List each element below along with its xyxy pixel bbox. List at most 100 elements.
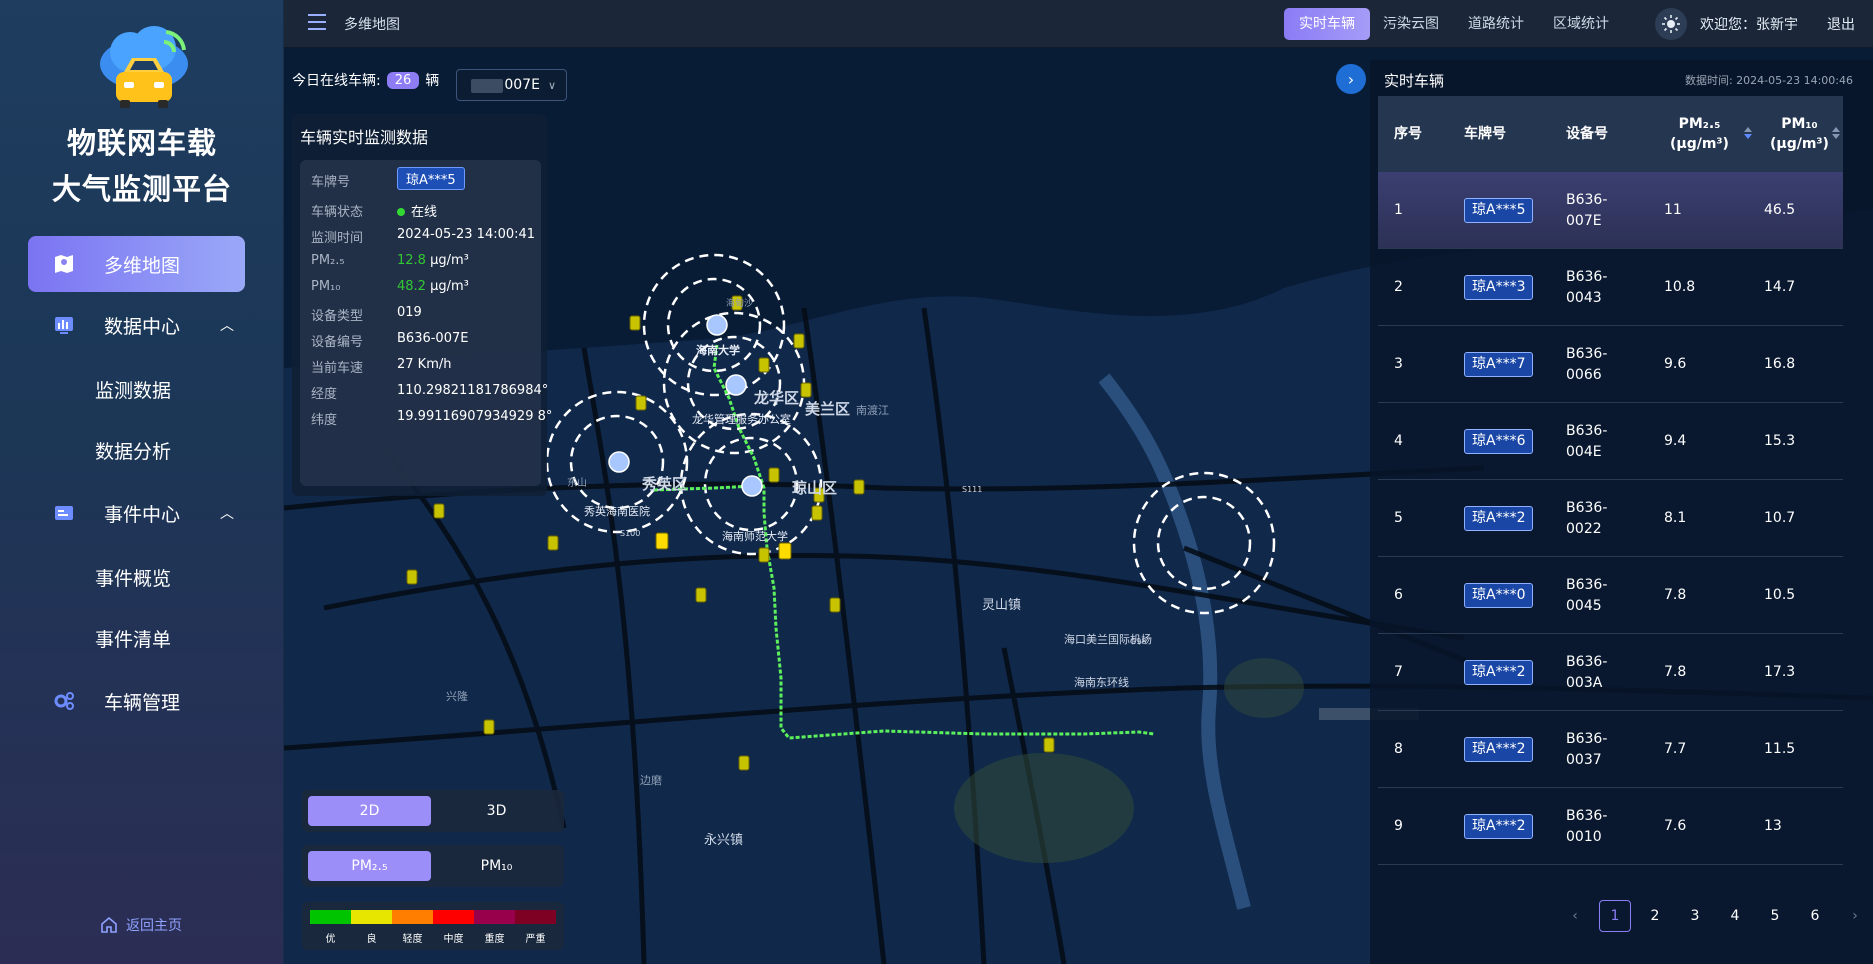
device-id-line1: B636- bbox=[1566, 422, 1608, 439]
unit: μg/m³ bbox=[430, 253, 469, 268]
map-label-hainan-normal: 海南师范大学 bbox=[722, 529, 788, 543]
table-row[interactable]: 2 琼A***3 B636- 0043 10.8 14.7 bbox=[1378, 249, 1843, 326]
device-id-line2: 007E bbox=[1566, 212, 1602, 229]
tab-road-stats[interactable]: 道路统计 bbox=[1453, 8, 1539, 40]
info-row-latitude: 纬度 19.99116907934929 8° bbox=[300, 402, 552, 432]
pollutant-toggle: PM₂.₅ PM₁₀ bbox=[302, 845, 564, 887]
aqi-legend: 优 良 轻度 中度 重度 严重 bbox=[302, 902, 564, 950]
page-button-4[interactable]: 4 bbox=[1715, 900, 1755, 932]
table-row[interactable]: 8 琼A***2 B636- 0037 7.7 11.5 bbox=[1378, 711, 1843, 788]
pm10-value: 17.3 bbox=[1764, 664, 1796, 680]
back-home-link[interactable]: 返回主页 bbox=[100, 915, 182, 935]
pm25-button[interactable]: PM₂.₅ bbox=[308, 851, 431, 881]
view-mode-toggle: 2D 3D bbox=[302, 790, 564, 832]
info-key: 车牌号 bbox=[311, 175, 351, 190]
tab-realtime-vehicles[interactable]: 实时车辆 bbox=[1284, 8, 1370, 40]
sidebar-item-monitor-data[interactable]: 监测数据 bbox=[95, 376, 171, 403]
plate-badge: 琼A***3 bbox=[1464, 275, 1534, 300]
online-status-dot bbox=[397, 208, 405, 216]
online-label: 今日在线车辆: bbox=[292, 73, 381, 89]
logout-link[interactable]: 退出 bbox=[1827, 14, 1855, 34]
map-label-hainan-univ: 海南大学 bbox=[696, 343, 740, 357]
sidebar-item-data-center[interactable]: 数据中心 ︿ bbox=[0, 300, 284, 350]
cell-no: 4 bbox=[1394, 433, 1403, 449]
sidebar-item-event-overview[interactable]: 事件概览 bbox=[95, 564, 171, 591]
legend-label: 严重 bbox=[525, 934, 546, 945]
table-row[interactable]: 6 琼A***0 B636- 0045 7.8 10.5 bbox=[1378, 557, 1843, 634]
legend-label: 重度 bbox=[484, 934, 505, 945]
vehicle-select[interactable]: 007E ∨ bbox=[456, 69, 567, 101]
pm25-value: 9.6 bbox=[1664, 356, 1687, 372]
pm25-value: 10.8 bbox=[1664, 279, 1696, 295]
sidebar-item-map[interactable]: 多维地图 bbox=[28, 236, 245, 292]
info-key: PM₁₀ bbox=[311, 279, 341, 294]
next-page-icon[interactable]: › bbox=[1835, 900, 1873, 932]
page-button-6[interactable]: 6 bbox=[1795, 900, 1835, 932]
sort-icon[interactable] bbox=[1744, 127, 1752, 139]
sort-icon[interactable] bbox=[1832, 127, 1840, 139]
plate-badge: 琼A***2 bbox=[1464, 814, 1534, 839]
map-label-lingshan: 灵山镇 bbox=[982, 598, 1021, 613]
page-button-5[interactable]: 5 bbox=[1755, 900, 1795, 932]
table-row[interactable]: 3 琼A***7 B636- 0066 9.6 16.8 bbox=[1378, 326, 1843, 403]
bar-chart-icon bbox=[55, 317, 73, 334]
device-id-line1: B636- bbox=[1566, 653, 1608, 670]
cell-no: 2 bbox=[1394, 279, 1403, 295]
pm10-value: 15.3 bbox=[1764, 433, 1796, 449]
pm10-value: 10.7 bbox=[1764, 510, 1796, 526]
page-button-2[interactable]: 2 bbox=[1635, 900, 1675, 932]
cell-no: 6 bbox=[1394, 587, 1403, 603]
map-label-s111: S111 bbox=[962, 485, 982, 494]
theme-toggle-button[interactable] bbox=[1655, 8, 1687, 40]
mode-3d-button[interactable]: 3D bbox=[435, 796, 558, 826]
page-button-1[interactable]: 1 bbox=[1599, 900, 1631, 932]
info-key: PM₂.₅ bbox=[311, 253, 345, 268]
device-id-line1: B636- bbox=[1566, 807, 1608, 824]
tab-region-stats[interactable]: 区域统计 bbox=[1538, 8, 1624, 40]
col-pm25-line1: PM₂.₅ bbox=[1678, 116, 1721, 132]
pm25-value: 7.8 bbox=[1664, 587, 1687, 603]
prev-page-icon[interactable]: ‹ bbox=[1555, 900, 1595, 932]
pm10-value: 16.8 bbox=[1764, 356, 1796, 372]
tab-pollution-cloud[interactable]: 污染云图 bbox=[1368, 8, 1454, 40]
pm10-button[interactable]: PM₁₀ bbox=[435, 851, 558, 881]
plate-badge: 琼A***2 bbox=[1464, 506, 1534, 531]
mode-2d-button[interactable]: 2D bbox=[308, 796, 431, 826]
info-key: 车辆状态 bbox=[311, 205, 364, 220]
map-label-xiuying: 秀英区 bbox=[641, 475, 687, 493]
page-button-3[interactable]: 3 bbox=[1675, 900, 1715, 932]
pm25-value: 8.1 bbox=[1664, 510, 1687, 526]
legend-label: 中度 bbox=[443, 934, 464, 945]
chevron-up-icon: ︿ bbox=[220, 318, 234, 334]
cell-no: 1 bbox=[1394, 202, 1403, 218]
table-row[interactable]: 9 琼A***2 B636- 0010 7.6 13 bbox=[1378, 788, 1843, 865]
table-row[interactable]: 7 琼A***2 B636- 003A 7.8 17.3 bbox=[1378, 634, 1843, 711]
cell-no: 5 bbox=[1394, 510, 1403, 526]
map-label-nandu-river: 南渡江 bbox=[856, 403, 889, 417]
info-key: 设备类型 bbox=[311, 309, 364, 324]
table-row[interactable]: 4 琼A***6 B636- 004E 9.4 15.3 bbox=[1378, 403, 1843, 480]
sidebar-item-label: 车辆管理 bbox=[104, 691, 181, 714]
col-header-pm10[interactable]: PM₁₀ (μg/m³) bbox=[1770, 96, 1840, 172]
map-label-dongshan: 东山 bbox=[567, 476, 587, 489]
pm10-value: 13 bbox=[1764, 818, 1782, 834]
col-header-pm25[interactable]: PM₂.₅ (μg/m³) bbox=[1670, 96, 1752, 172]
sidebar-item-vehicle-mgmt[interactable]: 车辆管理 bbox=[0, 676, 284, 726]
sidebar-item-event-list[interactable]: 事件清单 bbox=[95, 625, 171, 652]
table-row[interactable]: 1 琼A***5 B636- 007E 11 46.5 bbox=[1378, 172, 1843, 249]
col-header-no: 序号 bbox=[1394, 126, 1422, 142]
cell-no: 7 bbox=[1394, 664, 1403, 680]
map-label-yongxing: 永兴镇 bbox=[704, 833, 743, 848]
map-label-longhua: 龙华区 bbox=[753, 389, 799, 407]
collapse-panel-button[interactable]: › bbox=[1336, 64, 1366, 94]
plate-badge: 琼A***5 bbox=[397, 167, 465, 190]
sidebar-item-data-analysis[interactable]: 数据分析 bbox=[95, 437, 171, 464]
plate-badge: 琼A***0 bbox=[1464, 583, 1534, 608]
device-id-line2: 0010 bbox=[1566, 828, 1602, 845]
table-row[interactable]: 5 琼A***2 B636- 0022 8.1 10.7 bbox=[1378, 480, 1843, 557]
vehicle-monitor-panel: 车辆实时监测数据 车牌号 琼A***5 车辆状态 在线 监测时间 2024-05… bbox=[292, 114, 552, 496]
menu-toggle-icon[interactable] bbox=[308, 14, 326, 32]
sidebar-item-event-center[interactable]: 事件中心 ︿ bbox=[0, 488, 284, 538]
plate-badge: 琼A***5 bbox=[1464, 198, 1534, 223]
info-value: 019 bbox=[397, 305, 422, 320]
